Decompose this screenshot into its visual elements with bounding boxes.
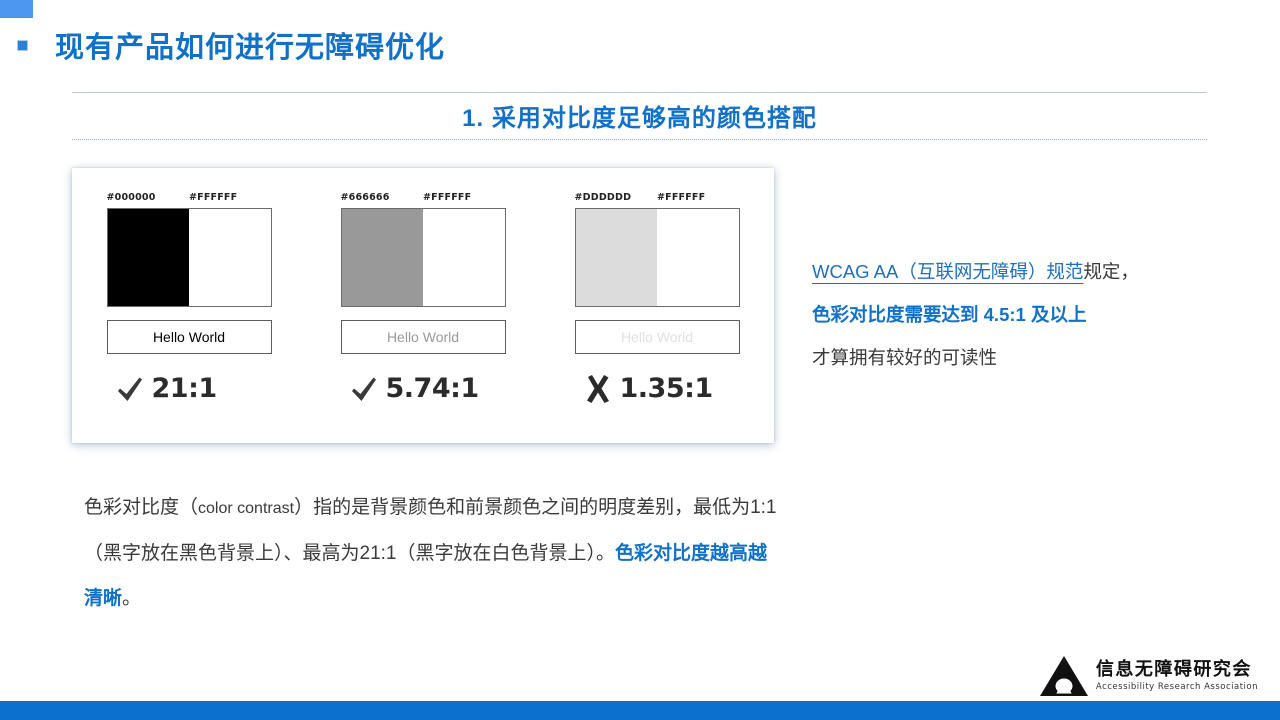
- slide-title-row: 现有产品如何进行无障碍优化: [0, 22, 1280, 68]
- background-swatch: [657, 209, 739, 306]
- body-paragraph: 色彩对比度（color contrast）指的是背景颜色和前景颜色之间的明度差别…: [84, 485, 784, 621]
- logo-name-cn: 信息无障碍研究会: [1095, 659, 1252, 680]
- background-hex-label: #FFFFFF: [657, 192, 706, 203]
- sample-text: Hello World: [386, 329, 460, 345]
- bullet-square-icon: [17, 39, 28, 51]
- swatch-group-list: #000000 #FFFFFF Hello World 21:1 #666666…: [72, 168, 774, 443]
- foreground-swatch: [341, 209, 423, 306]
- side-note-line-2: 色彩对比度需要达到 4.5:1 及以上: [812, 304, 1087, 325]
- sample-text-box: Hello World: [106, 320, 272, 354]
- ratio-value: 21:1: [151, 373, 218, 404]
- check-icon: [117, 377, 142, 401]
- background-hex-label: #FFFFFF: [423, 192, 472, 203]
- subtitle-band: 1. 采用对比度足够高的颜色搭配: [72, 92, 1207, 140]
- side-note-line-3: 才算拥有较好的可读性: [812, 347, 998, 368]
- logo-text-block: 信息无障碍研究会 Accessibility Research Associat…: [1095, 659, 1258, 692]
- background-swatch: [423, 209, 505, 306]
- sample-text: Hello World: [620, 329, 694, 345]
- background-hex-label: #FFFFFF: [189, 192, 238, 203]
- hex-label-row: #DDDDDD #FFFFFF: [575, 192, 740, 203]
- foreground-swatch: [575, 209, 657, 306]
- subtitle-divider-top: [72, 92, 1207, 93]
- sample-text: Hello World: [152, 329, 226, 345]
- logo-name-en: Accessibility Research Association: [1095, 681, 1258, 692]
- swatch-group: #000000 #FFFFFF Hello World 21:1: [106, 192, 272, 404]
- foreground-hex-label: #666666: [340, 192, 390, 203]
- swatch-group: #666666 #FFFFFF Hello World 5.74:1: [340, 192, 506, 404]
- ratio-row: 21:1: [107, 373, 272, 404]
- page-title: 现有产品如何进行无障碍优化: [55, 32, 446, 64]
- sample-text-box: Hello World: [574, 320, 740, 354]
- subtitle-divider-bottom: [72, 139, 1207, 140]
- corner-accent-square: [0, 0, 33, 18]
- side-note-line-1-rest: 规定，: [1083, 261, 1139, 282]
- body-term-english: color contrast: [198, 500, 295, 517]
- hex-label-row: #000000 #FFFFFF: [107, 192, 272, 203]
- ratio-value: 5.74:1: [385, 373, 480, 404]
- color-pair-swatch: [340, 208, 506, 307]
- side-note: WCAG AA（互联网无障碍）规范规定， 色彩对比度需要达到 4.5:1 及以上…: [812, 250, 1272, 379]
- foreground-swatch: [107, 209, 189, 306]
- bottom-accent-bar: [0, 701, 1280, 720]
- wcag-reference-text: WCAG AA（互联网无障碍）规范: [812, 261, 1084, 282]
- foreground-hex-label: #DDDDDD: [574, 192, 632, 203]
- color-pair-swatch: [106, 208, 272, 307]
- organization-logo: 信息无障碍研究会 Accessibility Research Associat…: [1039, 656, 1258, 696]
- body-part-1: 色彩对比度（: [84, 497, 199, 518]
- hex-label-row: #666666 #FFFFFF: [341, 192, 506, 203]
- swatch-group: #DDDDDD #FFFFFF Hello World 1.35:1: [574, 192, 740, 404]
- side-note-line-1: WCAG AA（互联网无障碍）规范规定，: [812, 250, 1272, 293]
- body-part-4: 。: [122, 588, 142, 609]
- foreground-hex-label: #000000: [106, 192, 156, 203]
- contrast-demo-card: #000000 #FFFFFF Hello World 21:1 #666666…: [72, 168, 774, 443]
- logo-a-mark-icon: [1039, 656, 1088, 696]
- cross-icon: [586, 374, 609, 403]
- check-icon: [351, 377, 376, 401]
- subtitle-text: 1. 采用对比度足够高的颜色搭配: [462, 105, 817, 132]
- color-pair-swatch: [574, 208, 740, 307]
- ratio-row: 1.35:1: [575, 373, 740, 404]
- sample-text-box: Hello World: [340, 320, 506, 354]
- ratio-row: 5.74:1: [341, 373, 506, 404]
- background-swatch: [189, 209, 271, 306]
- ratio-value: 1.35:1: [619, 373, 714, 404]
